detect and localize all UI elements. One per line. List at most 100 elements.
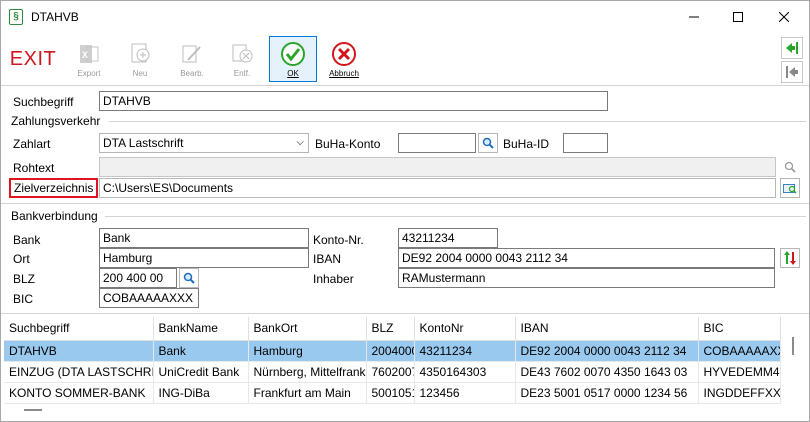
zahlart-select[interactable]: DTA Lastschrift ⌵ [99, 133, 309, 153]
zahlart-value: DTA Lastschrift [103, 136, 184, 150]
bank-top-divider [1, 203, 809, 204]
zielverzeichnis-field[interactable]: C:\Users\ES\Documents [99, 178, 776, 198]
ok-button[interactable]: OK [269, 36, 317, 82]
close-icon [779, 12, 789, 22]
app-icon: § [9, 9, 23, 25]
cell-kontonr: 43211234 [414, 340, 516, 362]
col-header-suchbegriff[interactable]: Suchbegriff [4, 317, 154, 341]
rohtext-search-button[interactable] [781, 158, 799, 176]
previous-record-button[interactable] [781, 61, 803, 83]
suchbegriff-field[interactable]: DTAHVB [99, 91, 608, 111]
inhaber-field[interactable]: RAMustermann [398, 268, 775, 288]
swap-arrows-icon [784, 251, 796, 265]
export-label: Export [77, 69, 101, 78]
bank-table: Suchbegriff BankName BankOrt BLZ KontoNr… [4, 317, 781, 404]
col-header-iban[interactable]: IBAN [515, 317, 699, 341]
ort-field[interactable]: Hamburg [99, 248, 309, 268]
cell-iban: DE92 2004 0000 0043 2112 34 [515, 340, 699, 362]
close-window-button[interactable] [761, 1, 807, 33]
bankverbindung-divider [105, 216, 806, 217]
zielverzeichnis-label: Zielverzeichnis [9, 178, 99, 198]
minimize-icon [689, 16, 699, 18]
folder-browse-button[interactable] [780, 178, 800, 198]
edit-button[interactable]: Bearb. [169, 36, 215, 82]
col-header-bankname[interactable]: BankName [153, 317, 249, 341]
cell-bankort: Frankfurt am Main [248, 382, 367, 404]
app-window: § DTAHVB EXIT X Export Neu Bearb. Entf. … [0, 0, 810, 422]
bankverbindung-group-title: Bankverbindung [11, 209, 98, 223]
checkmark-icon [281, 42, 305, 66]
bic-label: BIC [13, 292, 34, 306]
arrow-left-end-icon [786, 42, 798, 54]
folder-search-icon [783, 184, 797, 194]
new-button[interactable]: Neu [117, 36, 163, 82]
blz-label: BLZ [13, 272, 36, 286]
blz-field[interactable]: 200 400 00 [99, 268, 177, 288]
cancel-x-icon [332, 42, 356, 66]
ort-label: Ort [13, 252, 30, 266]
cell-suchbegriff: KONTO SOMMER-BANK [4, 382, 154, 404]
iban-convert-button[interactable] [780, 248, 800, 268]
export-button[interactable]: X Export [67, 36, 111, 82]
cell-bankname: UniCredit Bank [153, 361, 249, 383]
edit-pencil-icon [182, 45, 201, 63]
arrow-left-icon [786, 66, 798, 78]
buha-id-label: BuHa-ID [503, 137, 550, 151]
first-record-button[interactable] [781, 37, 803, 59]
col-header-bic[interactable]: BIC [698, 317, 781, 341]
table-row[interactable]: DTAHVB Bank Hamburg 20040000 43211234 DE… [4, 340, 781, 362]
delete-button[interactable]: Entf. [219, 36, 265, 82]
toolbar-divider [1, 85, 809, 86]
buha-konto-search-button[interactable] [478, 133, 498, 153]
cell-bankname: ING-DiBa [153, 382, 249, 404]
zahlart-label: Zahlart [13, 137, 51, 151]
cell-suchbegriff: DTAHVB [4, 340, 154, 362]
vertical-scroll-thumb[interactable] [792, 337, 794, 355]
col-header-kontonr[interactable]: KontoNr [414, 317, 516, 341]
bank-field[interactable]: Bank [99, 228, 309, 248]
ok-label: OK [287, 69, 299, 78]
cell-bic: INGDDEFFXXX [698, 382, 781, 404]
cell-bankort: Nürnberg, Mittelfranken [248, 361, 367, 383]
bic-field[interactable]: COBAAAAAXXX [99, 288, 199, 308]
grid-vertical-scrollbar[interactable] [782, 317, 804, 407]
iban-label: IBAN [313, 252, 342, 266]
table-row[interactable]: EINZUG (DTA LASTSCHRIFT) UniCredit Bank … [4, 361, 781, 383]
zahlungsverkehr-divider [109, 121, 806, 122]
col-header-blz[interactable]: BLZ [366, 317, 415, 341]
cell-iban: DE23 5001 0517 0000 1234 56 [515, 382, 699, 404]
iban-field[interactable]: DE92 2004 0000 0043 2112 34 [398, 248, 775, 268]
grid-horizontal-scrollbar[interactable] [4, 403, 782, 419]
table-row[interactable]: KONTO SOMMER-BANK ING-DiBa Frankfurt am … [4, 382, 781, 404]
maximize-button[interactable] [715, 1, 761, 33]
col-header-bankort[interactable]: BankOrt [248, 317, 367, 341]
delete-label: Entf. [233, 69, 251, 78]
minimize-button[interactable] [671, 1, 717, 33]
konto-nr-field[interactable]: 43211234 [398, 228, 498, 248]
cell-blz: 76020070 [366, 361, 415, 383]
exit-button[interactable]: EXIT [4, 35, 62, 83]
cell-bic: HYVEDEMM460 [698, 361, 781, 383]
add-icon [131, 43, 150, 63]
bank-label: Bank [13, 233, 41, 247]
rohtext-label: Rohtext [13, 161, 55, 175]
cancel-button[interactable]: Abbruch [321, 36, 367, 82]
cell-bic: COBAAAAAXXX [698, 340, 781, 362]
new-label: Neu [132, 69, 148, 78]
edit-label: Bearb. [180, 69, 204, 78]
cell-kontonr: 123456 [414, 382, 516, 404]
rohtext-field[interactable] [99, 157, 776, 177]
blz-search-button[interactable] [179, 268, 199, 288]
buha-konto-field[interactable] [398, 133, 476, 153]
buha-konto-label: BuHa-Konto [315, 137, 381, 151]
title-bar: § DTAHVB [1, 1, 809, 33]
zahlungsverkehr-group-title: Zahlungsverkehr [11, 114, 101, 128]
search-icon [482, 137, 494, 149]
cell-suchbegriff: EINZUG (DTA LASTSCHRIFT) [4, 361, 154, 383]
cell-bankname: Bank [153, 340, 249, 362]
inhaber-label: Inhaber [313, 272, 354, 286]
bank-grid[interactable]: Suchbegriff BankName BankOrt BLZ KontoNr… [4, 317, 806, 407]
horizontal-scroll-thumb[interactable] [24, 409, 42, 411]
grid-top-divider [1, 313, 809, 314]
buha-id-field[interactable] [563, 133, 608, 153]
